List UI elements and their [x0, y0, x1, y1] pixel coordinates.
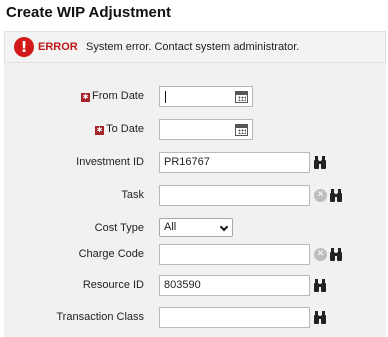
asterisk-icon: ✱ — [95, 126, 105, 135]
resource-id-label: Resource ID — [82, 279, 144, 291]
charge-code-row: Charge Code ✕ — [4, 244, 386, 266]
error-label: ERROR — [38, 41, 78, 53]
cost-type-row: Cost Type All — [4, 218, 386, 240]
resource-id-row: Resource ID 803590 — [4, 275, 386, 297]
charge-code-label: Charge Code — [78, 248, 144, 260]
from-date-row: ✱ From Date — [4, 86, 386, 108]
clear-x-icon[interactable]: ✕ — [314, 248, 327, 261]
charge-code-input[interactable] — [159, 244, 310, 265]
binoculars-icon[interactable] — [314, 310, 326, 324]
exclamation-circle-icon: ! — [14, 37, 34, 57]
to-date-input[interactable] — [159, 119, 253, 140]
calendar-icon[interactable] — [235, 91, 248, 103]
to-date-row: ✱ To Date — [4, 119, 386, 141]
filter-form: ✱ From Date ✱ To Date Investment ID PR1676… — [4, 63, 386, 337]
error-banner: ! ERROR System error. Contact system adm… — [4, 31, 386, 63]
task-label: Task — [121, 189, 144, 201]
from-date-input[interactable] — [159, 86, 253, 107]
text-caret — [165, 91, 166, 103]
transaction-class-row: Transaction Class — [4, 307, 386, 329]
investment-id-row: Investment ID PR16767 — [4, 152, 386, 174]
binoculars-icon[interactable] — [314, 155, 326, 169]
error-message: System error. Contact system administrat… — [86, 41, 300, 53]
cost-type-select[interactable]: All — [159, 218, 233, 237]
binoculars-icon[interactable] — [330, 188, 342, 202]
investment-id-label: Investment ID — [76, 156, 144, 168]
from-date-label: ✱ From Date — [81, 90, 144, 102]
binoculars-icon[interactable] — [330, 247, 342, 261]
task-input[interactable] — [159, 185, 310, 206]
clear-x-icon[interactable]: ✕ — [314, 189, 327, 202]
transaction-class-input[interactable] — [159, 307, 310, 328]
task-row: Task ✕ — [4, 185, 386, 207]
binoculars-icon[interactable] — [314, 278, 326, 292]
asterisk-icon: ✱ — [81, 93, 91, 102]
page-title: Create WIP Adjustment — [6, 4, 172, 21]
to-date-label: ✱ To Date — [95, 123, 144, 135]
transaction-class-label: Transaction Class — [56, 311, 144, 323]
resource-id-input[interactable]: 803590 — [159, 275, 310, 296]
cost-type-label: Cost Type — [94, 222, 144, 234]
calendar-icon[interactable] — [235, 124, 248, 136]
investment-id-input[interactable]: PR16767 — [159, 152, 310, 173]
chevron-down-icon — [219, 222, 229, 232]
